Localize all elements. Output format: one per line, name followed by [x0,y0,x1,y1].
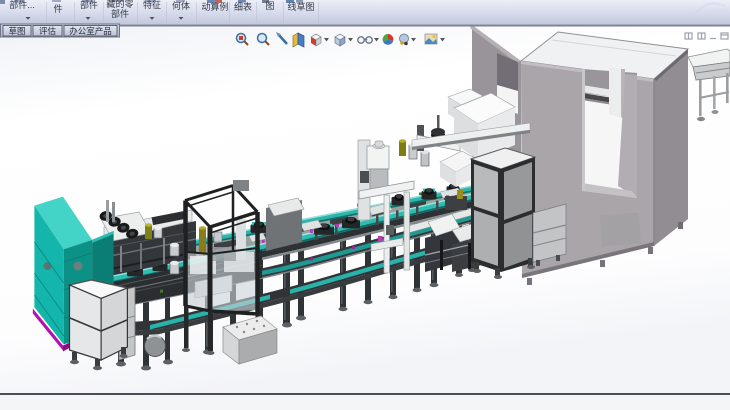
svg-text:图: 图 [265,1,274,11]
svg-text:部件: 部件 [80,0,98,10]
svg-text:线草图: 线草图 [287,1,314,12]
svg-text:部件...: 部件... [9,0,35,10]
svg-text:草图: 草图 [8,26,25,36]
svg-text:办公室产品: 办公室产品 [69,26,112,36]
svg-text:动算例: 动算例 [201,1,228,12]
svg-text:特征: 特征 [143,0,161,10]
svg-text:件: 件 [53,3,62,14]
svg-text:细表: 细表 [234,1,252,12]
svg-text:藏的零: 藏的零 [106,0,133,9]
svg-text:评估: 评估 [39,26,57,36]
svg-text:何体: 何体 [172,0,190,11]
svg-text:部件: 部件 [111,8,129,19]
